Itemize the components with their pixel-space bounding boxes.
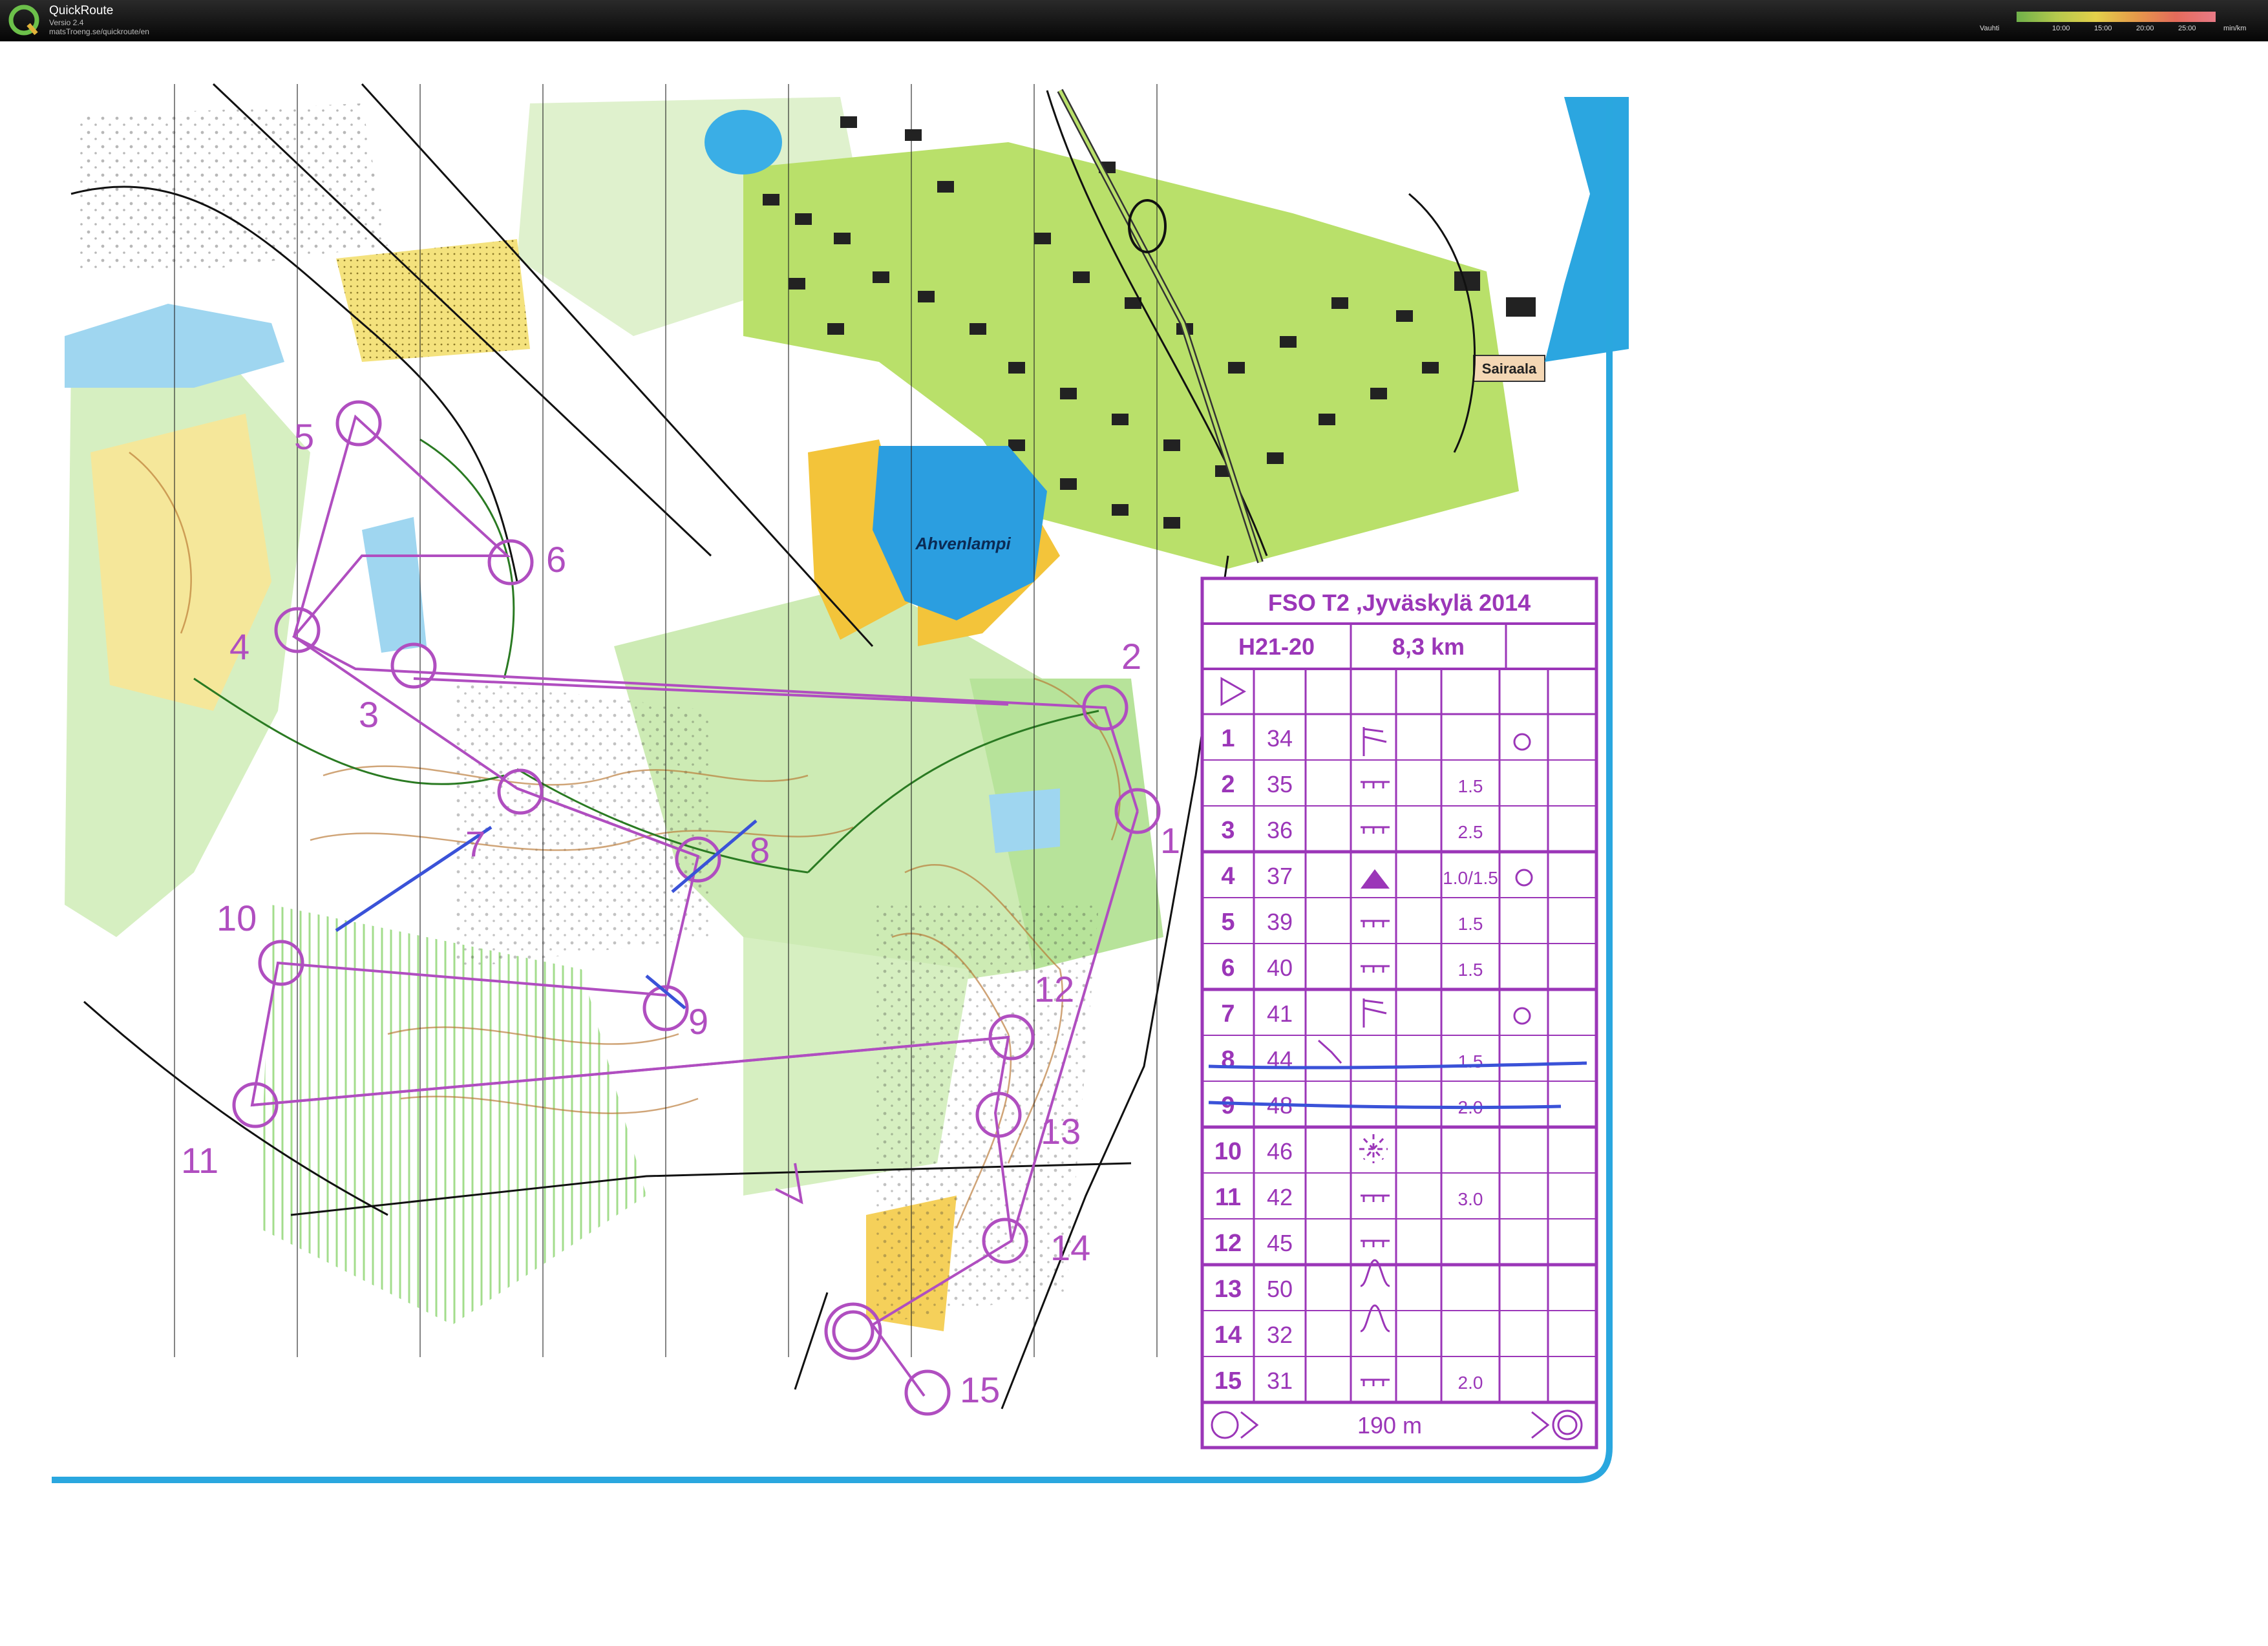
cd-control-code: 35: [1267, 771, 1293, 797]
cd-dimensions: 1.0/1.5: [1443, 868, 1498, 888]
control-label: 12: [1034, 969, 1074, 1009]
cd-dimensions: 1.5: [1458, 960, 1483, 980]
control-description-sheet: FSO T2 ,Jyväskylä 2014 H21-20 8,3 km 1 34…: [1200, 576, 1598, 1450]
cd-control-code: 50: [1267, 1276, 1293, 1302]
control-label: 8: [750, 830, 770, 870]
cd-control-code: 42: [1267, 1184, 1293, 1210]
pace-tick: 15:00: [2094, 25, 2112, 32]
control-label: 14: [1050, 1227, 1090, 1268]
control-label: 13: [1041, 1111, 1081, 1152]
rough-open-land: [336, 239, 530, 362]
cd-control-number: 2: [1221, 771, 1235, 798]
cd-control-number: 11: [1215, 1184, 1241, 1211]
control-label: 5: [294, 416, 314, 457]
cd-finish-distance: 190 m: [1357, 1412, 1422, 1439]
cd-control-number: 8: [1221, 1046, 1235, 1073]
cd-control-number: 4: [1221, 863, 1235, 890]
control-label: 10: [217, 898, 257, 938]
pace-tick: 20:00: [2136, 25, 2154, 32]
cd-dimensions: 1.5: [1458, 914, 1483, 934]
pond: [705, 110, 782, 174]
control-label: 3: [359, 694, 379, 735]
control-label: 6: [546, 539, 566, 580]
rocky-ground: [452, 679, 711, 969]
cd-control-code: 46: [1267, 1138, 1293, 1165]
cd-control-code: 39: [1267, 909, 1293, 935]
cd-control-number: 15: [1214, 1367, 1242, 1395]
cd-control-code: 31: [1267, 1367, 1293, 1394]
cd-frame: [1200, 576, 1598, 1450]
cd-control-number: 14: [1214, 1322, 1242, 1349]
control-label: 1: [1160, 820, 1180, 861]
control-label: 2: [1121, 636, 1141, 677]
cd-dimensions: 1.5: [1458, 776, 1483, 796]
cd-control-code: 32: [1267, 1322, 1293, 1348]
cd-control-number: 9: [1221, 1092, 1235, 1119]
cd-control-number: 10: [1214, 1138, 1242, 1165]
hospital-label: Sairaala: [1482, 361, 1537, 377]
cd-control-code: 36: [1267, 817, 1293, 843]
app-version: Versio 2.4: [49, 18, 84, 27]
control-label: 4: [229, 626, 249, 667]
cd-control-number: 1: [1221, 725, 1235, 752]
cd-control-number: 3: [1221, 817, 1235, 844]
app-title: QuickRoute: [49, 4, 114, 17]
cd-control-number: 5: [1221, 909, 1235, 936]
cd-control-code: 40: [1267, 955, 1293, 981]
cd-dimensions: 1.5: [1458, 1051, 1483, 1071]
pace-tick: 10:00: [2052, 25, 2070, 32]
cd-control-number: 13: [1214, 1276, 1242, 1303]
lake-label: Ahvenlampi: [915, 534, 1011, 553]
cd-control-code: 37: [1267, 863, 1293, 889]
quickroute-logo-icon: [8, 5, 39, 36]
pace-legend-label: Vauhti: [1980, 25, 2000, 32]
cd-dimensions: 2.5: [1458, 822, 1483, 842]
marsh: [989, 788, 1060, 853]
control-label: 7: [465, 823, 485, 864]
pace-tick: 25:00: [2178, 25, 2196, 32]
control-label: 9: [688, 1001, 708, 1042]
cd-control-number: 12: [1214, 1230, 1242, 1257]
cd-control-number: 6: [1221, 955, 1235, 982]
cd-control-number: 7: [1221, 1000, 1235, 1028]
cd-class: H21-20: [1238, 633, 1315, 660]
cd-dimensions: 3.0: [1458, 1189, 1483, 1209]
map-canvas[interactable]: Sairaala Ahvenlampi 2 1 5 6 4 3 7 8 10 9…: [0, 41, 2268, 1646]
pace-legend-unit: min/km: [2223, 25, 2247, 32]
app-url: matsTroeng.se/quickroute/en: [49, 27, 149, 36]
cd-control-code: 41: [1267, 1000, 1293, 1027]
cd-title: FSO T2 ,Jyväskylä 2014: [1268, 589, 1531, 616]
cd-control-code: 34: [1267, 725, 1293, 752]
control-label: 15: [960, 1369, 1000, 1410]
pace-color-scale: [2017, 12, 2216, 22]
app-title-bar: QuickRoute Versio 2.4 matsTroeng.se/quic…: [0, 0, 2268, 41]
cd-dimensions: 2.0: [1458, 1373, 1483, 1393]
cd-control-code: 45: [1267, 1230, 1293, 1256]
cd-length: 8,3 km: [1392, 633, 1465, 660]
control-label: 11: [181, 1140, 218, 1181]
